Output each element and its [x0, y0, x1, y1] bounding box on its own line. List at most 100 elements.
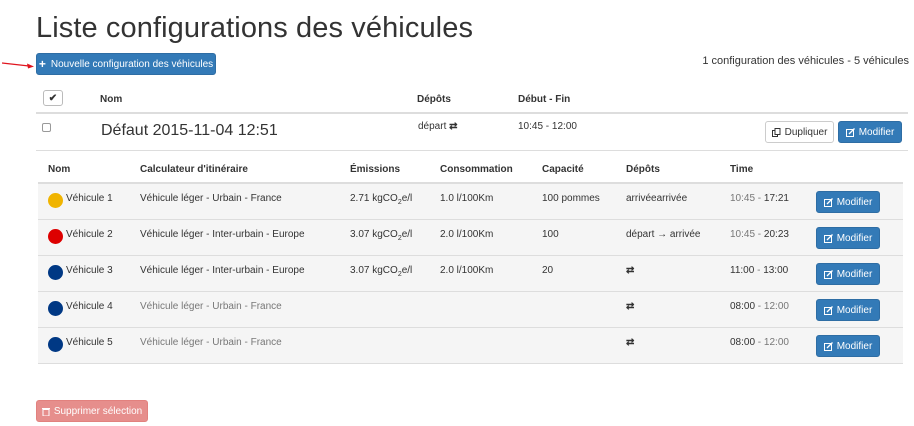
vehicle-time-dash: -	[755, 337, 764, 348]
emissions-unit: e/l	[401, 265, 413, 276]
vehicle-depots: ⇄	[626, 337, 635, 348]
edit-icon	[823, 341, 833, 351]
vehicle-emissions: 2.71 kgCO2e/l	[350, 193, 412, 206]
vehicle-row: Véhicule 4 Véhicule léger - Urbain - Fran…	[38, 292, 903, 328]
vehicle-time-start: 10:45	[730, 229, 756, 240]
vehicle-router: Véhicule léger - Urbain - France	[140, 337, 282, 348]
vehicle-time-end: 13:00	[763, 265, 789, 276]
vehicle-time-start: 08:00	[730, 301, 756, 312]
vehicle-time-end: 20:23	[763, 229, 789, 240]
vehicle-consumption: 2.0 l/100Km	[440, 229, 494, 240]
modify-vehicle-button[interactable]: Modifier	[816, 335, 880, 357]
vehicle-time-dash: -	[755, 193, 764, 204]
vehicle-color-dot	[48, 265, 63, 280]
modify-vehicle-label: Modifier	[836, 196, 873, 208]
vehicle-row: Véhicule 5 Véhicule léger - Urbain - Fran…	[38, 328, 903, 364]
vehicle-header-name: Nom	[48, 164, 71, 175]
vehicle-consumption: 1.0 l/100Km	[440, 193, 494, 204]
vehicle-time-start: 10:45	[730, 193, 756, 204]
vehicle-depots: arrivéearrivée	[626, 193, 688, 204]
vehicle-time-dash: -	[755, 301, 764, 312]
exchange-icon: ⇄	[449, 121, 458, 132]
vehicle-time: 10:45 - 17:21	[730, 193, 789, 204]
vehicle-name: Véhicule 1	[66, 193, 113, 204]
vehicle-time-end: 12:00	[763, 337, 789, 348]
vehicle-header-time: Time	[730, 164, 754, 175]
delete-selection-label: Supprimer sélection	[53, 405, 143, 417]
modify-vehicle-label: Modifier	[836, 268, 873, 280]
edit-icon	[823, 269, 833, 279]
vehicle-time-start: 11:00	[730, 265, 755, 276]
modify-vehicle-button[interactable]: Modifier	[816, 227, 880, 249]
vehicle-row: Véhicule 3 Véhicule léger - Inter-urbain …	[38, 256, 903, 292]
vehicle-router: Véhicule léger - Urbain - France	[140, 193, 282, 204]
emissions-unit: e/l	[401, 193, 413, 204]
modify-vehicle-button[interactable]: Modifier	[816, 191, 880, 213]
new-configuration-button[interactable]: + Nouvelle configuration des véhicules	[36, 53, 216, 75]
modify-configuration-button[interactable]: Modifier	[838, 121, 902, 143]
duplicate-button[interactable]: Dupliquer	[765, 121, 834, 143]
vehicle-emissions: 3.07 kgCO2e/l	[350, 229, 412, 242]
configuration-checkbox[interactable]	[42, 123, 51, 132]
vehicle-emissions: 3.07 kgCO2e/l	[350, 265, 412, 278]
configuration-row: Défaut 2015-11-04 12:51 départ ⇄ 10:45 -…	[36, 115, 908, 151]
vehicle-header-router: Calculateur d'itinéraire	[140, 164, 248, 175]
configuration-count: 1 configuration des véhicules - 5 véhicu…	[702, 55, 909, 67]
vehicles-table: Nom Calculateur d'itinéraire Émissions C…	[38, 153, 903, 364]
vehicle-consumption: 2.0 l/100Km	[440, 265, 494, 276]
vehicle-time: 08:00 - 12:00	[730, 337, 789, 348]
emissions-unit: e/l	[401, 229, 413, 240]
vehicle-time-end: 12:00	[763, 301, 789, 312]
delete-selection-button[interactable]: Supprimer sélection	[36, 400, 148, 422]
modify-vehicle-label: Modifier	[836, 232, 873, 244]
vehicle-time-end: 17:21	[763, 193, 789, 204]
vehicles-table-header: Nom Calculateur d'itinéraire Émissions C…	[38, 153, 903, 184]
vehicle-depots: départ → arrivée	[626, 229, 701, 240]
configuration-time: 10:45 - 12:00	[518, 121, 577, 132]
trash-icon	[41, 407, 50, 416]
vehicle-time: 08:00 - 12:00	[730, 301, 789, 312]
duplicate-label: Dupliquer	[784, 126, 828, 138]
vehicle-time-dash: -	[755, 229, 764, 240]
vehicle-name: Véhicule 4	[66, 301, 113, 312]
modify-vehicle-label: Modifier	[836, 340, 873, 352]
page-title: Liste configurations des véhicules	[36, 12, 474, 44]
edit-icon	[845, 127, 855, 137]
vehicle-header-capacity: Capacité	[542, 164, 584, 175]
new-configuration-label: Nouvelle configuration des véhicules	[50, 58, 214, 70]
modify-vehicle-button[interactable]: Modifier	[816, 263, 880, 285]
edit-icon	[823, 233, 833, 243]
vehicle-capacity: 20	[542, 265, 554, 276]
emissions-value: 3.07 kgCO	[350, 229, 398, 240]
vehicle-color-dot	[48, 193, 63, 208]
configuration-depots: départ ⇄	[418, 121, 458, 132]
plus-icon: +	[38, 57, 46, 71]
vehicle-name: Véhicule 3	[66, 265, 113, 276]
vehicle-capacity: 100	[542, 229, 559, 240]
vehicle-header-depots: Dépôts	[626, 164, 660, 175]
vehicle-color-dot	[48, 229, 63, 244]
red-arrow-icon	[2, 62, 34, 69]
vehicle-row: Véhicule 2 Véhicule léger - Inter-urbain …	[38, 220, 903, 256]
modify-vehicle-button[interactable]: Modifier	[816, 299, 880, 321]
vehicle-time: 10:45 - 20:23	[730, 229, 789, 240]
header-range: Début - Fin	[518, 94, 571, 105]
vehicle-color-dot	[48, 301, 63, 316]
vehicle-capacity: 100 pommes	[542, 193, 600, 204]
header-name: Nom	[100, 94, 123, 105]
vehicle-depots: ⇄	[626, 265, 635, 276]
vehicle-name: Véhicule 5	[66, 337, 113, 348]
vehicle-time: 11:00 - 13:00	[730, 265, 788, 276]
emissions-value: 3.07 kgCO	[350, 265, 398, 276]
vehicle-header-consumption: Consommation	[440, 164, 513, 175]
select-all-toggle[interactable]: ✔	[43, 90, 63, 106]
copy-icon	[771, 127, 781, 137]
vehicle-depots: ⇄	[626, 301, 635, 312]
vehicle-color-dot	[48, 337, 63, 352]
configuration-name: Défaut 2015-11-04 12:51	[101, 122, 278, 139]
check-icon: ✔	[48, 92, 58, 104]
configurations-table-header: ✔ Nom Dépôts Début - Fin	[36, 87, 908, 114]
vehicle-router: Véhicule léger - Inter-urbain - Europe	[140, 265, 305, 276]
modify-label: Modifier	[858, 126, 895, 138]
vehicle-router: Véhicule léger - Inter-urbain - Europe	[140, 229, 305, 240]
